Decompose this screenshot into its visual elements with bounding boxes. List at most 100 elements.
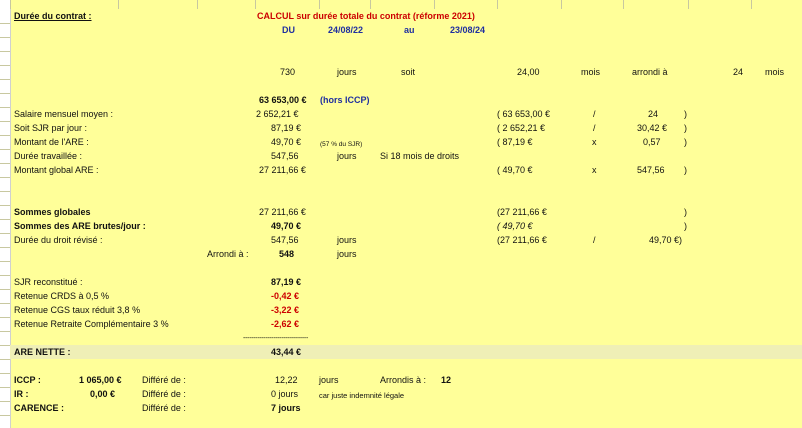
are-label[interactable]: Montant de l'ARE : — [14, 137, 89, 148]
months-unit-2[interactable]: mois — [765, 67, 784, 78]
ir-amount[interactable]: 0,00 € — [90, 389, 115, 400]
are-nette-label[interactable]: ARE NETTE : — [14, 347, 71, 358]
days-count[interactable]: 730 — [280, 67, 295, 78]
are-brutes-formula[interactable]: ( 49,70 € — [497, 221, 533, 232]
total-salary-note[interactable]: (hors ICCP) — [320, 95, 370, 106]
sjr-label[interactable]: Soit SJR par jour : — [14, 123, 87, 134]
are-nette-value[interactable]: 43,44 € — [271, 347, 301, 358]
ir-note[interactable]: car juste indemnité légale — [319, 390, 404, 401]
separator-dashes: -------------------------------- — [243, 335, 308, 342]
are-formula-close[interactable]: ) — [684, 137, 687, 148]
montant-global-label[interactable]: Montant global ARE : — [14, 165, 99, 176]
duree-travaillee-label[interactable]: Durée travaillée : — [14, 151, 82, 162]
row-gridline — [0, 247, 10, 248]
sjr-reconstitue-label[interactable]: SJR reconstitué : — [14, 277, 83, 288]
column-gridline — [623, 0, 624, 9]
row-gridline — [0, 79, 10, 80]
sjr-formula-a[interactable]: ( 2 652,21 € — [497, 123, 545, 134]
montant-global-formula-a[interactable]: ( 49,70 € — [497, 165, 533, 176]
sommes-globales-label[interactable]: Sommes globales — [14, 207, 91, 218]
days-unit[interactable]: jours — [337, 67, 357, 78]
row-gridline — [0, 135, 10, 136]
crds-label[interactable]: Retenue CRDS à 0,5 % — [14, 291, 109, 302]
months-unit[interactable]: mois — [581, 67, 600, 78]
duree-revise-formula-op[interactable]: / — [593, 235, 596, 246]
soit-label[interactable]: soit — [401, 67, 415, 78]
retraite-label[interactable]: Retenue Retraite Complémentaire 3 % — [14, 319, 169, 330]
are-brutes-close[interactable]: ) — [684, 221, 687, 232]
montant-global-formula-close[interactable]: ) — [684, 165, 687, 176]
ir-differe-label[interactable]: Différé de : — [142, 389, 186, 400]
sommes-globales-close[interactable]: ) — [684, 207, 687, 218]
duree-travaillee-unit[interactable]: jours — [337, 151, 357, 162]
rounded-months[interactable]: 24 — [733, 67, 743, 78]
au-date[interactable]: 23/08/24 — [450, 25, 485, 36]
salaire-formula-b[interactable]: 24 — [648, 109, 658, 120]
arrondi-jours-label[interactable]: Arrondi à : — [207, 249, 249, 260]
row-gridline — [0, 359, 10, 360]
salaire-formula-op[interactable]: / — [593, 109, 596, 120]
duree-travaillee-note[interactable]: Si 18 mois de droits — [380, 151, 459, 162]
salaire-label[interactable]: Salaire mensuel moyen : — [14, 109, 113, 120]
duree-revise-unit[interactable]: jours — [337, 235, 357, 246]
crds-value[interactable]: -0,42 € — [271, 291, 299, 302]
salaire-formula-a[interactable]: ( 63 653,00 € — [497, 109, 550, 120]
are-note[interactable]: (57 % du SJR) — [320, 139, 362, 150]
montant-global-value[interactable]: 27 211,66 € — [259, 165, 306, 176]
arrondi-label[interactable]: arrondi à — [632, 67, 668, 78]
iccp-differe-value[interactable]: 12,22 — [275, 375, 298, 386]
iccp-differe-label[interactable]: Différé de : — [142, 375, 186, 386]
sjr-reconstitue-value[interactable]: 87,19 € — [271, 277, 301, 288]
arrondi-jours-value[interactable]: 548 — [279, 249, 294, 260]
au-label[interactable]: au — [404, 25, 415, 36]
are-formula-b[interactable]: 0,57 — [643, 137, 661, 148]
ir-label[interactable]: IR : — [14, 389, 29, 400]
duree-revise-value[interactable]: 547,56 — [271, 235, 299, 246]
iccp-arrondis-value[interactable]: 12 — [441, 375, 451, 386]
column-gridline — [688, 0, 689, 9]
ir-differe-value[interactable]: 0 jours — [271, 389, 298, 400]
carence-differe-label[interactable]: Différé de : — [142, 403, 186, 414]
iccp-label[interactable]: ICCP : — [14, 375, 41, 386]
column-gridline — [319, 0, 320, 9]
column-gridline — [561, 0, 562, 9]
months-count[interactable]: 24,00 — [517, 67, 540, 78]
cgs-label[interactable]: Retenue CGS taux réduit 3,8 % — [14, 305, 140, 316]
are-brutes-value[interactable]: 49,70 € — [271, 221, 301, 232]
sjr-formula-close[interactable]: ) — [684, 123, 687, 134]
iccp-amount[interactable]: 1 065,00 € — [79, 375, 122, 386]
carence-label[interactable]: CARENCE : — [14, 403, 64, 414]
salaire-value[interactable]: 2 652,21 € — [256, 109, 299, 120]
spreadsheet-sheet[interactable]: Durée du contrat : CALCUL sur durée tota… — [0, 0, 802, 428]
duree-revise-formula-b[interactable]: 49,70 €) — [649, 235, 682, 246]
sjr-value[interactable]: 87,19 € — [271, 123, 301, 134]
are-formula-op[interactable]: x — [592, 137, 597, 148]
arrondi-jours-unit[interactable]: jours — [337, 249, 357, 260]
duree-contrat-label[interactable]: Durée du contrat : — [14, 11, 92, 22]
sjr-formula-b[interactable]: 30,42 € — [637, 123, 667, 134]
are-value[interactable]: 49,70 € — [271, 137, 301, 148]
total-salary[interactable]: 63 653,00 € — [259, 95, 307, 106]
montant-global-formula-b[interactable]: 547,56 — [637, 165, 665, 176]
sommes-globales-formula[interactable]: (27 211,66 € — [497, 207, 547, 218]
row-gridline — [0, 289, 10, 290]
iccp-arrondis-label[interactable]: Arrondis à : — [380, 375, 426, 386]
row-gridline — [0, 275, 10, 276]
cgs-value[interactable]: -3,22 € — [271, 305, 299, 316]
are-brutes-label[interactable]: Sommes des ARE brutes/jour : — [14, 221, 146, 232]
duree-revise-formula-a[interactable]: (27 211,66 € — [497, 235, 547, 246]
du-label[interactable]: DU — [282, 25, 295, 36]
column-gridline — [197, 0, 198, 9]
iccp-differe-unit[interactable]: jours — [319, 375, 339, 386]
du-date[interactable]: 24/08/22 — [328, 25, 363, 36]
retraite-value[interactable]: -2,62 € — [271, 319, 299, 330]
duree-revise-label[interactable]: Durée du droit révisé : — [14, 235, 103, 246]
carence-value[interactable]: 7 jours — [271, 403, 301, 414]
sjr-formula-op[interactable]: / — [593, 123, 596, 134]
sommes-globales-value[interactable]: 27 211,66 € — [259, 207, 306, 218]
montant-global-formula-op[interactable]: x — [592, 165, 597, 176]
are-formula-a[interactable]: ( 87,19 € — [497, 137, 533, 148]
calcul-title[interactable]: CALCUL sur durée totale du contrat (réfo… — [257, 11, 475, 22]
salaire-formula-close[interactable]: ) — [684, 109, 687, 120]
duree-travaillee-value[interactable]: 547,56 — [271, 151, 299, 162]
